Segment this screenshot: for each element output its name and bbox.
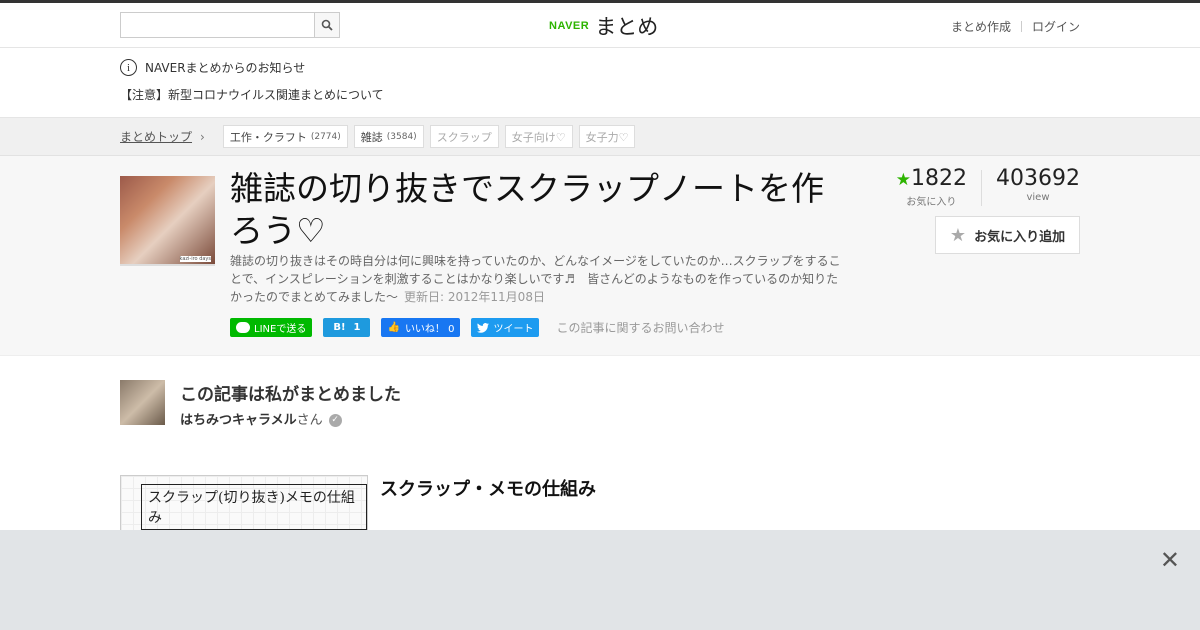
notice-label: NAVERまとめからのお知らせ [145, 61, 306, 75]
add-favorite-label: お気に入り追加 [974, 229, 1066, 245]
close-icon[interactable]: ✕ [1160, 548, 1180, 572]
hatena-count: 1 [353, 322, 361, 333]
tag-label: 女子向け♡ [511, 130, 566, 144]
section-image: スクラップ(切り抜き)メモの仕組み [120, 475, 368, 535]
avatar[interactable] [120, 380, 165, 425]
tag-craft[interactable]: 工作・クラフト (2774) [222, 125, 348, 148]
author-name[interactable]: はちみつキャラメル [180, 413, 297, 428]
search-button[interactable] [314, 12, 340, 38]
hatena-bookmark-button[interactable]: B! 1 [323, 318, 371, 337]
author-name-line: はちみつキャラメルさん ✓ [180, 409, 342, 428]
tag-joshiryoku[interactable]: 女子力♡ [578, 125, 636, 148]
notice-area: i NAVERまとめからのお知らせ 【注意】新型コロナウイルス関連まとめについて [0, 48, 1200, 118]
hatena-icon: B! [333, 322, 346, 333]
logo-naver: NAVER [549, 20, 590, 32]
views-label: view [1026, 192, 1050, 203]
site-logo[interactable]: NAVER まとめ [549, 11, 658, 41]
tweet-button[interactable]: ツイート [471, 318, 540, 337]
search-icon [321, 19, 333, 31]
share-bar: LINEで送る B! 1 👍 いいね！ 0 ツイート この記事に関するお問い合わせ [230, 318, 725, 337]
search-input[interactable] [121, 13, 311, 37]
notice-link[interactable]: 【注意】新型コロナウイルス関連まとめについて [120, 86, 1200, 103]
author-suffix: さん [296, 413, 323, 428]
author-heading: この記事は私がまとめました [180, 385, 401, 405]
login-link[interactable]: ログイン [1032, 18, 1080, 35]
thumbs-up-icon: 👍 [387, 322, 400, 333]
tweet-label: ツイート [493, 324, 534, 335]
favorites-count: 1822 [911, 166, 968, 191]
author-block: この記事は私がまとめました はちみつキャラメルさん ✓ [120, 380, 720, 430]
facebook-like-button[interactable]: 👍 いいね！ 0 [381, 318, 461, 337]
line-icon [236, 322, 250, 333]
line-share-button[interactable]: LINEで送る [230, 318, 313, 337]
line-label: LINEで送る [254, 324, 307, 335]
chevron-right-icon: › [200, 129, 205, 144]
article-thumbnail: kazi-iro days [120, 176, 215, 266]
article-title: 雑誌の切り抜きでスクラップノートを作ろう♡ [230, 169, 824, 250]
section-title: スクラップ・メモの仕組み [380, 479, 596, 500]
tag-count: (2774) [310, 131, 341, 142]
logo-matome: まとめ [595, 15, 659, 39]
create-matome-link[interactable]: まとめ作成 [951, 18, 1011, 35]
tag-scrap[interactable]: スクラップ [429, 125, 499, 148]
tag-for-girls[interactable]: 女子向け♡ [504, 125, 573, 148]
thumbnail-caption: kazi-iro days [179, 256, 211, 262]
tag-label: 工作・クラフト [229, 130, 307, 144]
views-count: 403692 [996, 166, 1080, 191]
info-icon: i [120, 59, 137, 76]
tag-label: 女子力♡ [585, 130, 629, 144]
article-stats: ★1822 お気に入り 403692 view [896, 166, 1080, 208]
inquiry-link[interactable]: この記事に関するお問い合わせ [556, 319, 724, 336]
tag-label: スクラップ [436, 130, 492, 144]
section-image-text: スクラップ(切り抜き)メモの仕組み [141, 484, 367, 530]
tag-count: (3584) [386, 131, 417, 142]
check-icon: ✓ [328, 414, 342, 427]
article-hero: kazi-iro days 雑誌の切り抜きでスクラップノートを作ろう♡ 雑誌の切… [0, 156, 1200, 356]
twitter-bird-icon [477, 322, 490, 333]
divider [1020, 21, 1022, 32]
favorites-label: お気に入り [906, 197, 957, 208]
site-header: NAVER まとめ まとめ作成 ログイン [0, 3, 1200, 48]
add-favorite-button[interactable]: ★ お気に入り追加 [935, 216, 1080, 254]
ad-overlay: ✕ [0, 530, 1200, 630]
fb-like-label: いいね！ 0 [404, 324, 455, 335]
star-icon: ★ [895, 170, 912, 190]
star-icon: ★ [949, 224, 967, 246]
favorites-stat: ★1822 お気に入り [896, 166, 967, 208]
header-links: まとめ作成 ログイン [951, 18, 1080, 35]
tag-label: 雑誌 [360, 130, 383, 144]
search-box[interactable] [120, 12, 340, 38]
breadcrumb: まとめトップ › 工作・クラフト (2774) 雑誌 (3584) スクラップ 女子… [0, 118, 1200, 156]
breadcrumb-home[interactable]: まとめトップ [120, 128, 192, 145]
views-stat: 403692 view [996, 166, 1080, 208]
updated-date: 更新日: 2012年11月08日 [404, 290, 545, 304]
divider [981, 170, 983, 206]
tag-magazine[interactable]: 雑誌 (3584) [353, 125, 424, 148]
article-description: 雑誌の切り抜きはその時自分は何に興味を持っていたのか、どんなイメージをしていたの… [230, 252, 845, 306]
